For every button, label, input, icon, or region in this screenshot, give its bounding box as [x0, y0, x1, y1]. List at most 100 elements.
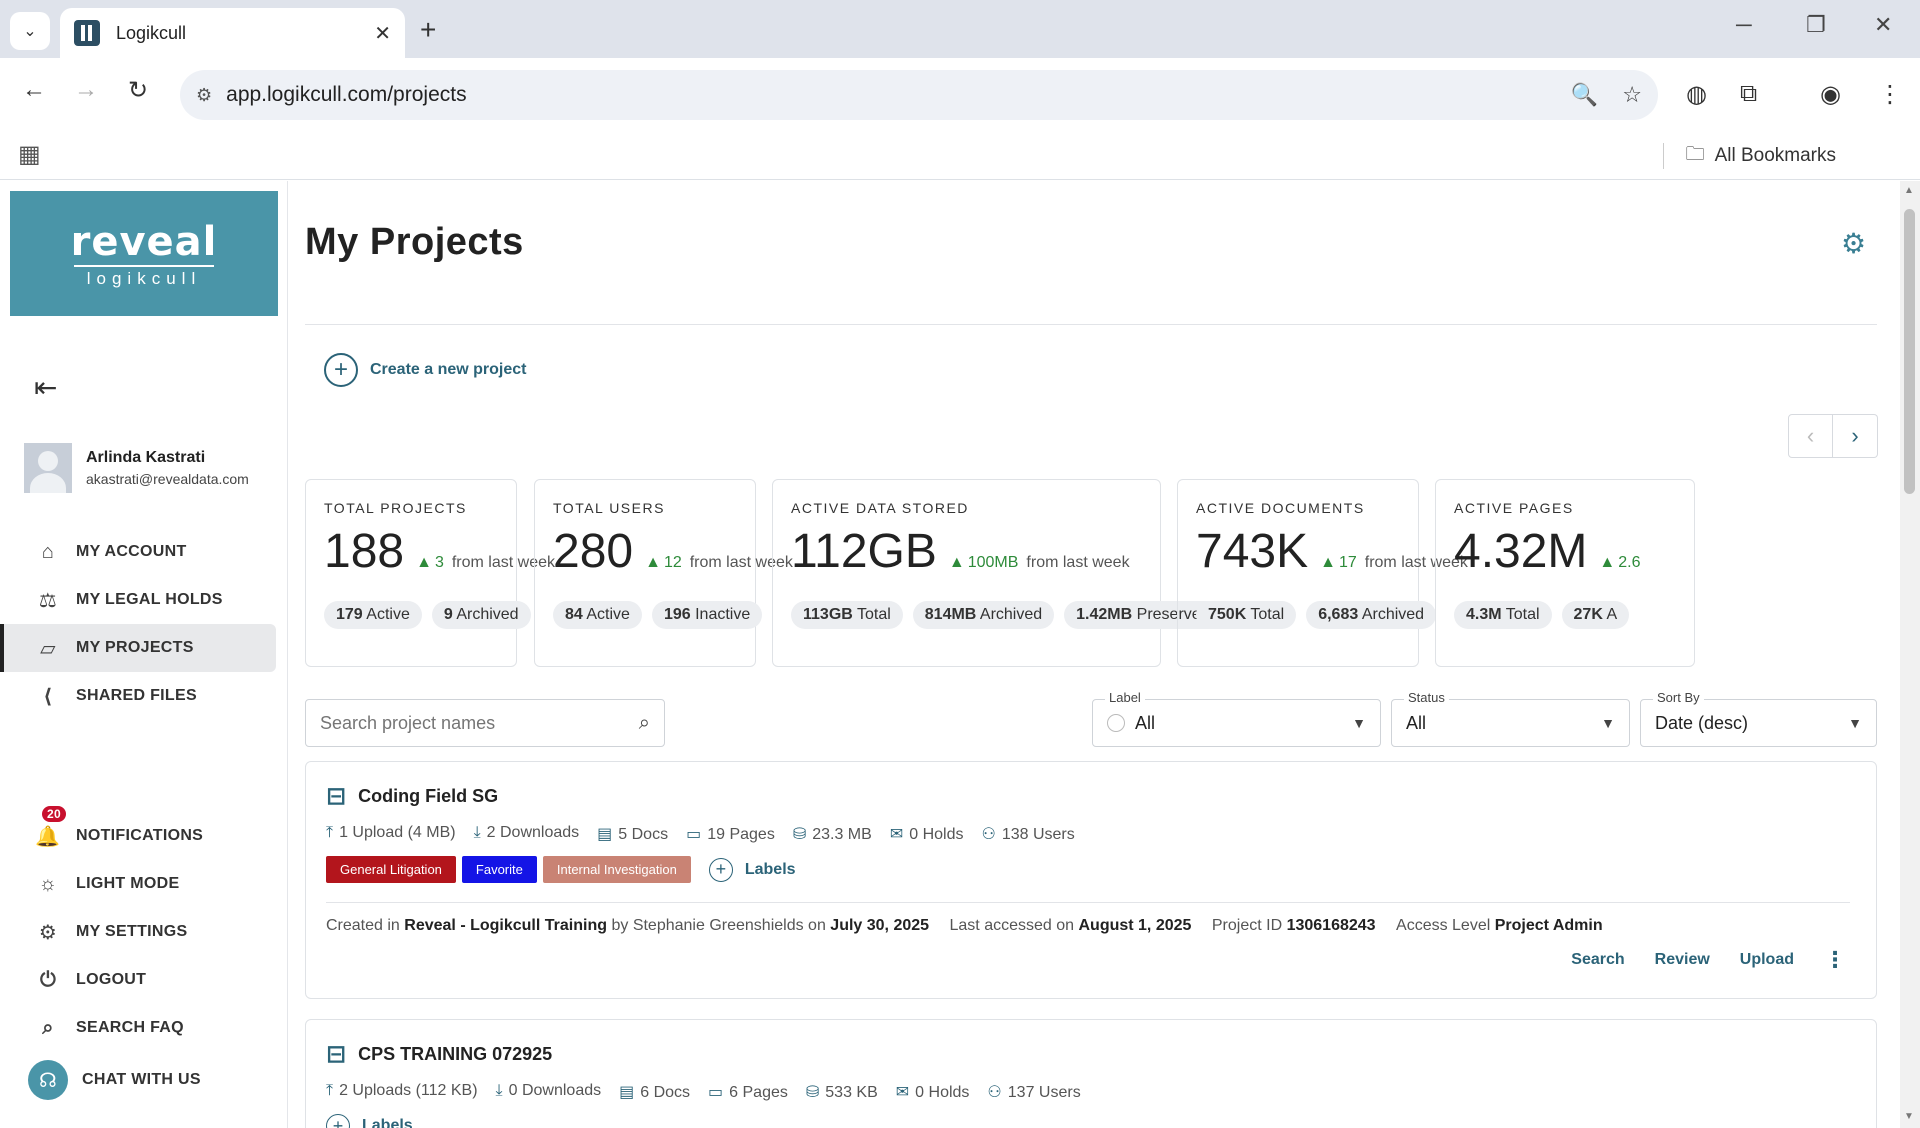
avatar [24, 443, 72, 493]
bell-icon: 🔔 [35, 825, 61, 848]
extensions-puzzle-icon[interactable]: ⧉ [1740, 80, 1757, 108]
docs-metric: ▤ 6 Docs [619, 1084, 691, 1101]
status-filter-select[interactable]: Status All ▼ [1391, 690, 1630, 747]
url-text[interactable]: app.logikcull.com/projects [226, 83, 1547, 107]
status-filter-title: Status [1404, 690, 1449, 705]
reload-icon[interactable]: ↻ [128, 76, 148, 105]
zoom-icon[interactable]: 🔍 [1571, 82, 1598, 108]
sidebar-item-notifications[interactable]: 🔔 20 NOTIFICATIONS [0, 806, 288, 860]
pages-metric: ▭ 19 Pages [686, 826, 775, 843]
stat-pill: 750K Total [1196, 601, 1297, 629]
more-options-icon[interactable]: ⋮ [1824, 947, 1846, 973]
search-icon[interactable]: ⌕ [639, 712, 650, 735]
pages-metric: ▭ 6 Pages [708, 1084, 788, 1101]
forward-icon[interactable]: → [74, 76, 98, 104]
close-icon[interactable]: ✕ [374, 21, 391, 46]
tab-title: Logikcull [116, 22, 187, 43]
sidebar-item-my-projects[interactable]: ▱ MY PROJECTS [0, 624, 276, 672]
back-icon[interactable]: ← [22, 76, 46, 104]
extension-globe-icon[interactable]: ◍ [1686, 80, 1707, 109]
sun-icon: ☼ [38, 872, 58, 895]
sidebar-item-chat[interactable]: ☊ CHAT WITH US [0, 1056, 288, 1104]
scrollbar-thumb[interactable] [1904, 209, 1915, 494]
address-bar[interactable]: ⚙ app.logikcull.com/projects 🔍 ☆ [180, 70, 1658, 120]
add-labels-button[interactable]: + Labels [708, 857, 796, 882]
chevron-right-icon[interactable]: › [1833, 414, 1878, 458]
review-action-link[interactable]: Review [1655, 951, 1710, 969]
project-title[interactable]: ⊟ CPS TRAINING 072925 [326, 1040, 552, 1069]
search-input[interactable] [320, 712, 639, 734]
labels-label: Labels [744, 860, 796, 878]
minimize-icon[interactable]: ─ [1736, 12, 1752, 38]
reveal-logikcull-logo[interactable]: reveal logikcull [10, 191, 278, 316]
share-icon: ⟨ [43, 685, 53, 708]
sidebar: reveal logikcull ⇤ Arlinda Kastrati akas… [0, 181, 288, 1128]
home-icon: ⌂ [41, 540, 55, 563]
logo-rule [74, 265, 214, 267]
stat-label: TOTAL PROJECTS [324, 500, 467, 516]
stat-label: ACTIVE PAGES [1454, 500, 1574, 516]
restore-icon[interactable]: ❐ [1806, 12, 1826, 38]
sort-select[interactable]: Sort By Date (desc) ▼ [1640, 690, 1877, 747]
database-icon: ⛁ [792, 826, 807, 843]
label-filter-select[interactable]: Label All ▼ [1092, 690, 1381, 747]
page-title: My Projects [305, 221, 524, 263]
window-close-icon[interactable]: ✕ [1874, 12, 1892, 38]
apps-grid-icon[interactable]: ▦ [18, 140, 41, 169]
caret-down-icon: ▼ [1848, 715, 1862, 731]
browser-toolbar: ← → ↻ ⚙ app.logikcull.com/projects 🔍 ☆ ◍… [0, 58, 1920, 130]
user-profile[interactable]: Arlinda Kastrati akastrati@revealdata.co… [24, 443, 249, 493]
collapse-sidebar-icon[interactable]: ⇤ [34, 371, 57, 404]
sidebar-item-label: MY ACCOUNT [76, 543, 187, 560]
create-project-label: Create a new project [370, 361, 527, 378]
profile-icon[interactable]: ◉ [1820, 80, 1841, 109]
holds-metric: ✉ 0 Holds [895, 1084, 970, 1101]
all-bookmarks-button[interactable]: 🗀 All Bookmarks [1662, 140, 1836, 172]
new-tab-icon[interactable]: + [420, 14, 436, 46]
mail-icon: ✉ [889, 826, 904, 843]
chevron-left-icon[interactable]: ‹ [1788, 414, 1833, 458]
bookmark-star-icon[interactable]: ☆ [1622, 82, 1642, 108]
site-info-icon[interactable]: ⚙ [196, 85, 212, 106]
sidebar-item-label: MY SETTINGS [76, 923, 188, 940]
project-card[interactable]: ⊟ Coding Field SG ⤒ 1 Upload (4 MB) ⤓ 2 Do… [305, 761, 1877, 999]
label-radio-icon [1107, 714, 1125, 732]
scroll-down-icon[interactable]: ▼ [1904, 1111, 1914, 1122]
holds-metric: ✉ 0 Holds [889, 826, 964, 843]
add-labels-button[interactable]: + Labels [326, 1114, 413, 1128]
sidebar-item-search-faq[interactable]: ⌕ SEARCH FAQ [0, 1004, 288, 1052]
label-filter-title: Label [1105, 690, 1145, 705]
sidebar-item-legal-holds[interactable]: ⚖ MY LEGAL HOLDS [0, 576, 288, 624]
page-scrollbar[interactable]: ▲ ▼ [1900, 181, 1920, 1128]
project-card[interactable]: ⊟ CPS TRAINING 072925 ⤒ 2 Uploads (112 KB… [305, 1019, 1877, 1128]
project-search[interactable]: ⌕ [305, 699, 665, 747]
sidebar-item-settings[interactable]: ⚙ MY SETTINGS [0, 908, 288, 956]
stat-delta: 17 [1320, 554, 1357, 572]
tag-general-litigation[interactable]: General Litigation [326, 856, 456, 883]
browser-tabbar: ⌄ Logikcull ✕ + ─ ❐ ✕ [0, 0, 1920, 58]
tag-favorite[interactable]: Favorite [461, 856, 537, 883]
upload-icon: ⤒ [326, 824, 334, 841]
settings-gear-icon[interactable]: ⚙ [1841, 227, 1866, 260]
stat-label: TOTAL USERS [553, 500, 665, 516]
stat-value: 280 [553, 525, 634, 578]
label-filter-value: All [1135, 712, 1156, 733]
search-action-link[interactable]: Search [1571, 951, 1624, 969]
sidebar-item-logout[interactable]: ⏻ LOGOUT [0, 956, 288, 1004]
sidebar-item-light-mode[interactable]: ☼ LIGHT MODE [0, 860, 288, 908]
upload-action-link[interactable]: Upload [1740, 951, 1794, 969]
project-title[interactable]: ⊟ Coding Field SG [326, 782, 498, 811]
browser-tab[interactable]: Logikcull ✕ [60, 8, 405, 58]
size-metric: ⛁ 23.3 MB [792, 826, 872, 843]
tag-internal-investigation[interactable]: Internal Investigation [542, 856, 691, 883]
create-project-button[interactable]: + Create a new project [324, 353, 527, 387]
sidebar-item-label: LIGHT MODE [76, 875, 180, 892]
browser-menu-icon[interactable]: ⋮ [1878, 80, 1902, 109]
sidebar-item-my-account[interactable]: ⌂ MY ACCOUNT [0, 528, 288, 576]
stat-pill: 179 Active [324, 601, 422, 629]
project-meta: Created in Reveal - Logikcull Training b… [326, 917, 1603, 934]
tab-search-button[interactable]: ⌄ [10, 12, 50, 50]
stat-card-total-users: TOTAL USERS 280 12 from last week 84 Act… [534, 479, 793, 667]
scroll-up-icon[interactable]: ▲ [1904, 185, 1914, 196]
sidebar-item-shared-files[interactable]: ⟨ SHARED FILES [0, 672, 288, 720]
